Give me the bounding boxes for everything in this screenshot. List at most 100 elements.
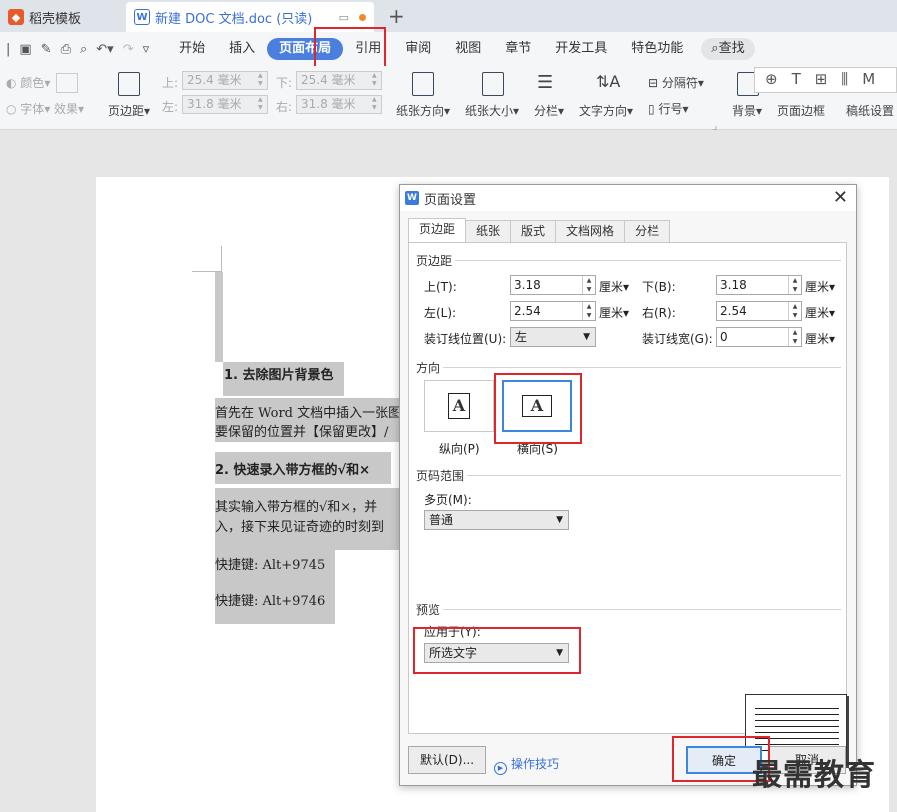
ribbon-columns[interactable]: 分栏▾ bbox=[534, 102, 564, 119]
left-margin-input[interactable]: 2.54 ▲ ▼ bbox=[510, 301, 596, 321]
default-button[interactable]: 默认(D)... bbox=[408, 746, 486, 774]
ribbon-line-number[interactable]: ▯ 行号▾ bbox=[648, 100, 688, 117]
tab-document-grid[interactable]: 文档网格 bbox=[555, 220, 626, 242]
portrait-option[interactable]: A bbox=[424, 380, 494, 432]
doc-paragraph-1a: 首先在 Word 文档中插入一张图 bbox=[215, 406, 400, 421]
gutter-position-select[interactable]: 左 ▼ bbox=[510, 327, 596, 347]
gutter-width-unit[interactable]: 厘米▾ bbox=[805, 330, 835, 347]
portrait-label[interactable]: 纵向(P) bbox=[439, 440, 480, 457]
tab-paper[interactable]: 纸张 bbox=[465, 220, 512, 242]
ribbon-paper-size[interactable]: 纸张大小▾ bbox=[465, 102, 519, 119]
tab-margins[interactable]: 页边距 bbox=[408, 218, 467, 242]
doc-shortcut-1: 快捷键: Alt+9745 bbox=[215, 558, 326, 573]
screen-icon[interactable]: ▭ bbox=[339, 11, 349, 24]
bottom-margin-unit[interactable]: 厘米▾ bbox=[805, 278, 835, 295]
margins-panel: 页边距 上(T): 3.18 ▲ ▼ 厘米▾ 下(B): 3.18 ▲ ▼ 厘米▾ 左(… bbox=[408, 242, 847, 766]
section-orientation: 方向 bbox=[416, 361, 441, 375]
bottom-margin-input[interactable]: 3.18 ▲ ▼ bbox=[716, 275, 802, 295]
spinner-icon[interactable]: ▲ ▼ bbox=[788, 302, 801, 320]
ribbon-bottom-input[interactable]: 25.4 毫米 bbox=[296, 71, 382, 90]
new-tab-plus-icon[interactable]: + bbox=[388, 4, 405, 28]
spinner-icon[interactable]: ▲ ▼ bbox=[788, 276, 801, 294]
landscape-page-icon: A bbox=[522, 395, 552, 417]
ribbon-font[interactable]: ○ 字体▾ bbox=[6, 100, 50, 117]
landscape-option[interactable]: A bbox=[502, 380, 572, 432]
section-margins: 页边距 bbox=[416, 254, 453, 268]
ribbon-bottom-label: 下: bbox=[276, 76, 293, 90]
text-direction-icon: ⇅A bbox=[596, 72, 621, 91]
orientation-icon bbox=[412, 72, 434, 96]
chevron-down-icon: ▼ bbox=[556, 648, 563, 658]
menu-view[interactable]: 视图 bbox=[443, 38, 493, 60]
right-margin-unit[interactable]: 厘米▾ bbox=[805, 304, 835, 321]
tab-docer-templates[interactable]: ◆ 稻壳模板 bbox=[0, 2, 122, 32]
ribbon-manuscript[interactable]: 稿纸设置 bbox=[846, 102, 894, 119]
menu-page-layout[interactable]: 页面布局 bbox=[267, 38, 344, 60]
ribbon-margin[interactable]: 页边距▾ bbox=[108, 102, 150, 119]
tips-link[interactable]: ▶ 操作技巧 bbox=[494, 755, 559, 775]
left-margin-unit[interactable]: 厘米▾ bbox=[599, 304, 629, 321]
format-painter-icon[interactable]: ✎ bbox=[41, 42, 52, 57]
ribbon-background[interactable]: 背景▾ bbox=[732, 102, 762, 119]
menu-insert[interactable]: 插入 bbox=[217, 38, 267, 60]
top-margin-input[interactable]: 3.18 ▲ ▼ bbox=[510, 275, 596, 295]
more-chevron-icon[interactable]: ▿ bbox=[143, 42, 150, 57]
menu-review[interactable]: 审阅 bbox=[393, 38, 443, 60]
close-icon[interactable]: ✕ bbox=[833, 187, 848, 208]
gutter-width-input[interactable]: 0 ▲ ▼ bbox=[716, 327, 802, 347]
portrait-page-icon: A bbox=[448, 393, 470, 419]
spinner-icon[interactable]: ▲ ▼ bbox=[582, 302, 595, 320]
tab-document[interactable]: W 新建 DOC 文档.doc (只读) ▭ bbox=[126, 2, 374, 32]
dialog-titlebar[interactable]: W 页面设置 ✕ bbox=[400, 185, 856, 211]
ribbon-left-input[interactable]: 31.8 毫米 bbox=[182, 95, 268, 114]
multiple-pages-label: 多页(M): bbox=[424, 493, 472, 507]
spinner-icon[interactable]: ▲ ▼ bbox=[788, 328, 801, 346]
apply-to-label: 应用于(Y): bbox=[424, 625, 481, 639]
tab-columns[interactable]: 分栏 bbox=[624, 220, 671, 242]
preview-line bbox=[755, 726, 839, 727]
search-button[interactable]: ⌕查找 bbox=[701, 38, 755, 60]
gutter-width-label: 装订线宽(G): bbox=[642, 332, 713, 346]
spinner-icon[interactable]: ▲ ▼ bbox=[582, 276, 595, 294]
ribbon-top-input[interactable]: 25.4 毫米 bbox=[182, 71, 268, 90]
ribbon-color[interactable]: ◐ 颜色▾ bbox=[6, 74, 50, 91]
print-icon[interactable]: ⎙ bbox=[61, 42, 71, 57]
save-icon[interactable]: ▣ bbox=[19, 42, 31, 57]
tab-label: 稻壳模板 bbox=[29, 11, 82, 27]
writer-logo-icon: W bbox=[134, 9, 150, 25]
multiple-pages-select[interactable]: 普通 ▼ bbox=[424, 510, 569, 530]
ribbon-text-direction[interactable]: 文字方向▾ bbox=[579, 102, 633, 119]
paper-size-icon bbox=[482, 72, 504, 96]
preview-line bbox=[755, 720, 839, 721]
ribbon-orientation[interactable]: 纸张方向▾ bbox=[396, 102, 450, 119]
ribbon-effect-icon[interactable] bbox=[56, 73, 78, 93]
dialog-tabs: 页边距 纸张 版式 文档网格 分栏 bbox=[408, 218, 671, 242]
tab-bar: ◆ 稻壳模板 W 新建 DOC 文档.doc (只读) ▭ + bbox=[0, 0, 897, 32]
play-icon: ▶ bbox=[494, 762, 507, 775]
ribbon-left-label: 左: bbox=[162, 100, 179, 114]
ribbon-right-input[interactable]: 31.8 毫米 bbox=[296, 95, 382, 114]
menu-home[interactable]: 开始 bbox=[167, 38, 217, 60]
top-margin-unit[interactable]: 厘米▾ bbox=[599, 278, 629, 295]
landscape-label[interactable]: 横向(S) bbox=[517, 440, 558, 457]
menu-developer[interactable]: 开发工具 bbox=[543, 38, 619, 60]
preview-line bbox=[755, 714, 839, 715]
ribbon-separator[interactable]: ⊟ 分隔符▾ bbox=[648, 74, 704, 91]
menu-chapter[interactable]: 章节 bbox=[493, 38, 543, 60]
print-preview-icon[interactable]: ⌕ bbox=[80, 42, 87, 57]
preview-line bbox=[755, 708, 839, 709]
ribbon: ◐ 颜色▾ ○ 字体▾ 效果▾ 页边距▾ 上: 25.4 毫米 下: 25.4 … bbox=[0, 66, 897, 132]
ribbon-page-border[interactable]: 页面边框 bbox=[777, 102, 825, 119]
ok-button[interactable]: 确定 bbox=[686, 746, 762, 774]
tab-layout[interactable]: 版式 bbox=[510, 220, 557, 242]
menu-features[interactable]: 特色功能 bbox=[619, 38, 695, 60]
preview-line bbox=[755, 732, 839, 733]
page-setup-dialog: W 页面设置 ✕ 页边距 纸张 版式 文档网格 分栏 页边距 上(T): 3.1… bbox=[399, 184, 857, 786]
apply-to-select[interactable]: 所选文字 ▼ bbox=[424, 643, 569, 663]
menu-references[interactable]: 引用 bbox=[343, 38, 393, 60]
undo-icon[interactable]: ↶▾ bbox=[96, 42, 113, 57]
redo-icon[interactable]: ↷ bbox=[123, 42, 134, 57]
right-margin-label: 右(R): bbox=[642, 306, 676, 320]
ribbon-effect[interactable]: 效果▾ bbox=[54, 100, 84, 117]
right-margin-input[interactable]: 2.54 ▲ ▼ bbox=[716, 301, 802, 321]
